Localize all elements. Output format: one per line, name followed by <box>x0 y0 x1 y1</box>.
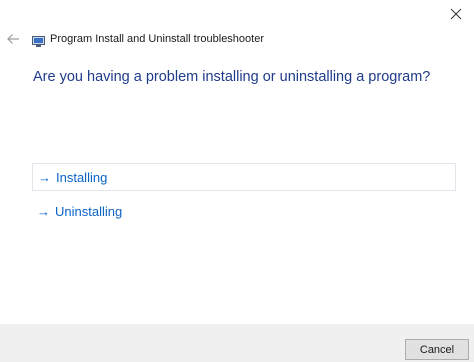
arrow-right-icon: → <box>37 203 50 219</box>
option-label: Uninstalling <box>55 203 123 219</box>
troubleshooter-icon <box>32 34 45 47</box>
option-installing[interactable]: → Installing <box>32 163 456 191</box>
troubleshooter-window: Program Install and Uninstall troublesho… <box>0 0 474 362</box>
cancel-button[interactable]: Cancel <box>405 339 469 360</box>
page-question: Are you having a problem installing or u… <box>33 69 431 85</box>
footer-bar <box>0 324 474 362</box>
close-button[interactable] <box>448 6 464 22</box>
window-header: Program Install and Uninstall troublesho… <box>6 31 264 47</box>
back-arrow-icon <box>7 34 19 44</box>
option-uninstalling[interactable]: → Uninstalling <box>32 197 456 225</box>
close-icon <box>450 8 462 20</box>
option-label: Installing <box>56 169 108 185</box>
back-button[interactable] <box>6 32 20 46</box>
window-title: Program Install and Uninstall troublesho… <box>50 33 265 45</box>
arrow-right-icon: → <box>38 169 51 185</box>
